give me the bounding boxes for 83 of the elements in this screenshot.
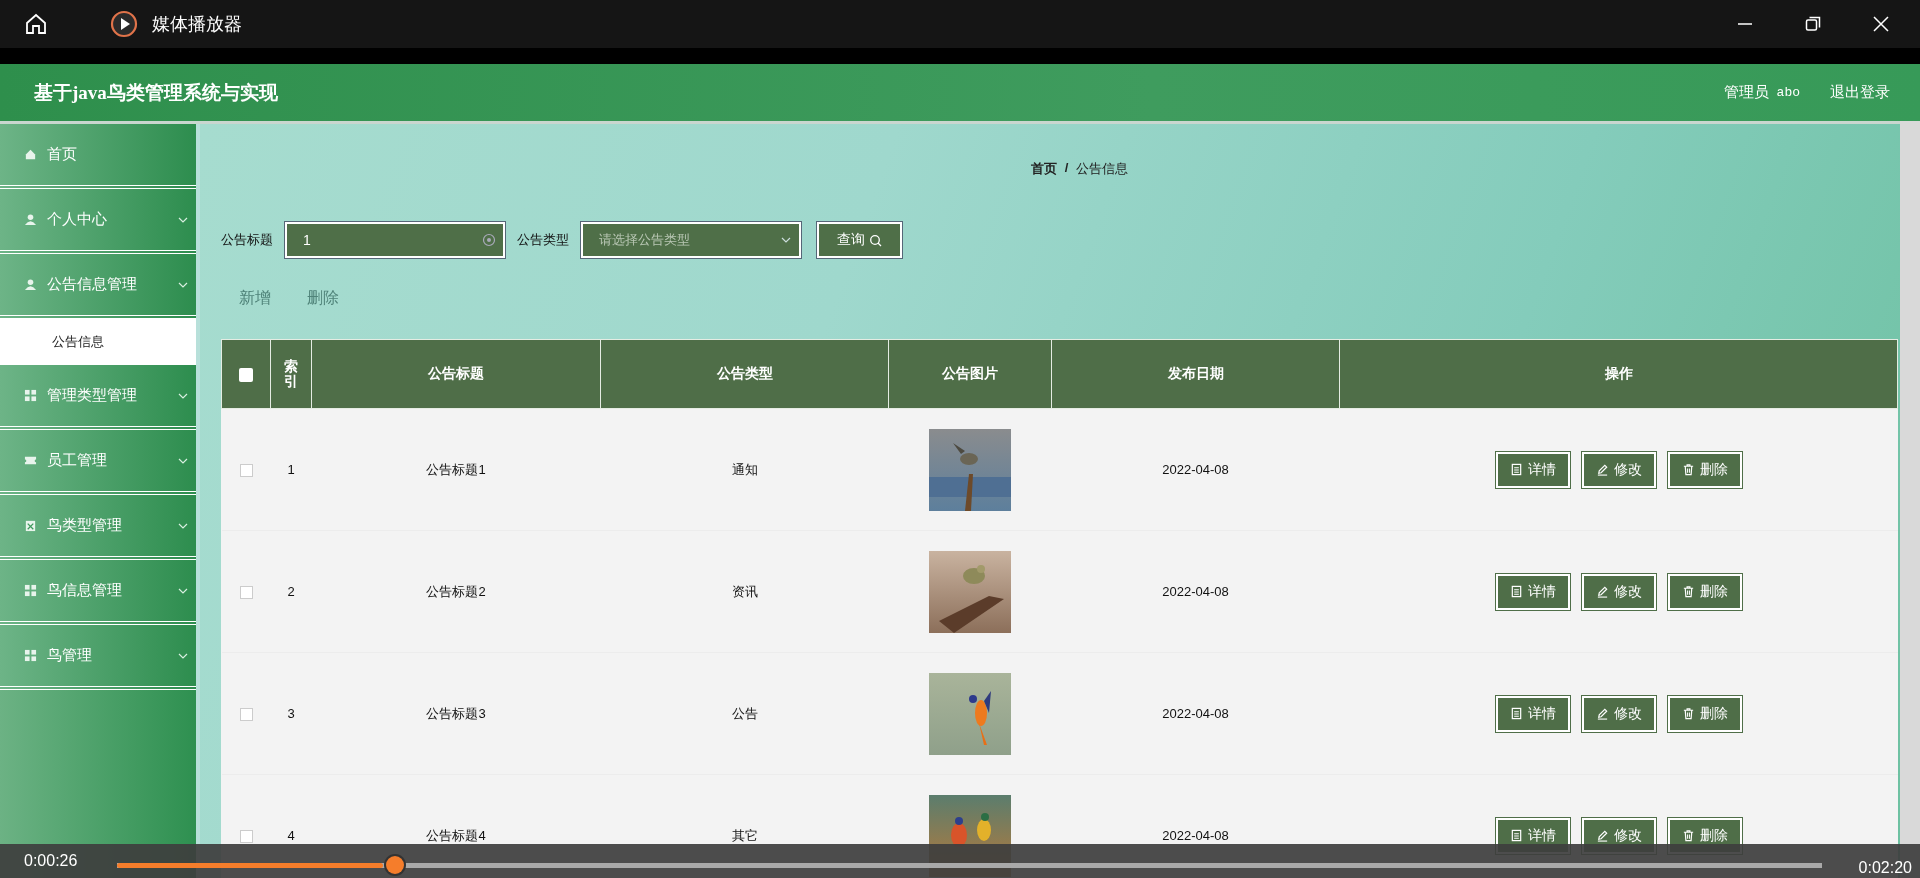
window-title: 媒体播放器 [152, 13, 242, 36]
details-button[interactable]: 详情 [1495, 573, 1570, 610]
table-cell: 2022-04-08 [1162, 584, 1229, 599]
grid-icon [24, 389, 37, 402]
sidebar-item[interactable]: 鸟管理 [0, 625, 196, 690]
details-button[interactable]: 详情 [1495, 451, 1570, 488]
column-header: 索引 [284, 358, 298, 390]
document-icon [1509, 463, 1523, 476]
details-button[interactable]: 详情 [1495, 695, 1570, 732]
table-cell: 其它 [731, 827, 758, 843]
table-cell: 通知 [731, 461, 758, 477]
table-cell: 公告 [731, 705, 758, 721]
user-icon [24, 278, 37, 291]
sidebar-subitem[interactable]: 公告信息 [0, 319, 196, 365]
table-cell: 公告标题2 [426, 583, 486, 599]
home-icon [24, 148, 37, 161]
table-cell: 公告标题1 [426, 461, 486, 477]
table-cell: 2 [287, 584, 295, 599]
pencil-icon [1595, 585, 1609, 598]
table-cell: 3 [287, 706, 295, 721]
sidebar-item[interactable]: 鸟类型管理 [0, 495, 196, 560]
table-cell: 2022-04-08 [1162, 462, 1229, 477]
trash-icon [1681, 829, 1695, 842]
home-icon[interactable] [24, 12, 48, 36]
table-cell: 2022-04-08 [1162, 828, 1229, 843]
column-header: 公告图片 [942, 365, 998, 381]
edit-button[interactable]: 修改 [1581, 695, 1656, 732]
sidebar-item[interactable]: 个人中心 [0, 189, 196, 254]
column-header: 发布日期 [1167, 365, 1224, 381]
checkbox[interactable] [239, 464, 253, 478]
table-cell: 4 [287, 828, 295, 843]
grid-icon [24, 649, 37, 662]
table-cell: 公告标题3 [426, 705, 486, 721]
trash-icon [1681, 585, 1695, 598]
pencil-icon [1595, 707, 1609, 720]
document-icon [1509, 585, 1523, 598]
restore-icon[interactable] [1804, 15, 1822, 33]
clipboard-icon [24, 519, 37, 532]
user-name: abo [1776, 85, 1800, 100]
delete-button[interactable]: 删除 [1667, 573, 1742, 610]
delete-button[interactable]: 删除 [1667, 695, 1742, 732]
breadcrumb-separator: / [1064, 160, 1069, 177]
progress-handle[interactable] [385, 856, 404, 874]
delete-button[interactable]: 删除 [1667, 451, 1742, 488]
column-header: 操作 [1604, 365, 1633, 381]
checkbox[interactable] [239, 830, 253, 844]
search-button[interactable]: 查询 [817, 222, 902, 258]
table-cell: 2022-04-08 [1162, 706, 1229, 721]
field-label: 公告标题 [221, 231, 273, 249]
breadcrumb-item: 公告信息 [1076, 160, 1129, 178]
document-icon [1509, 829, 1523, 842]
logout-link[interactable]: 退出登录 [1830, 83, 1890, 102]
field-label: 公告类型 [517, 231, 569, 249]
grid-icon [24, 584, 37, 597]
user-icon [24, 213, 37, 226]
table-cell: 公告标题4 [426, 827, 486, 843]
app-title: 基于java鸟类管理系统与实现 [34, 80, 278, 105]
ticket-icon [24, 454, 37, 467]
play-icon [110, 10, 138, 38]
edit-button[interactable]: 修改 [1581, 573, 1656, 610]
user-role: 管理员 [1723, 83, 1769, 102]
pencil-icon [1595, 829, 1609, 842]
table-cell: 1 [287, 462, 295, 477]
pencil-icon [1595, 463, 1609, 476]
type-dropdown[interactable]: 请选择公告类型 [581, 222, 801, 258]
title-field[interactable]: 1 [285, 222, 505, 258]
document-icon [1509, 707, 1523, 720]
checkbox[interactable] [239, 708, 253, 722]
trash-icon [1681, 707, 1695, 720]
checkbox[interactable] [239, 586, 253, 600]
trash-icon [1681, 463, 1695, 476]
checkbox[interactable] [239, 368, 253, 383]
chevron-icon [781, 235, 791, 245]
duration-time: 0:02:20 [1858, 859, 1912, 877]
search-icon [869, 233, 882, 247]
sidebar-item[interactable]: 管理类型管理 [0, 365, 196, 430]
column-header: 公告标题 [428, 365, 484, 381]
breadcrumb-item[interactable]: 首页 [1030, 160, 1057, 178]
column-header: 公告类型 [716, 365, 773, 381]
close-icon[interactable] [1872, 15, 1890, 33]
table-cell: 资讯 [731, 583, 758, 599]
elapsed-time: 0:00:26 [23, 852, 79, 870]
edit-button[interactable]: 修改 [1581, 451, 1656, 488]
